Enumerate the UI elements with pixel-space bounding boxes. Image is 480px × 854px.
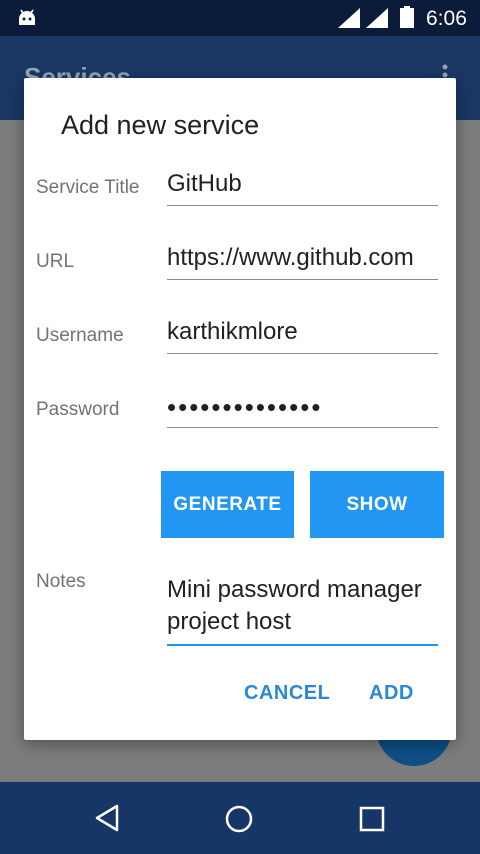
notes-label: Notes	[36, 571, 86, 592]
url-input[interactable]: https://www.github.com	[167, 244, 438, 280]
wifi-signal-icon	[338, 8, 360, 28]
generate-button[interactable]: GENERATE	[161, 471, 294, 538]
status-bar: 6:06	[0, 0, 480, 36]
add-button[interactable]: ADD	[369, 682, 414, 705]
recents-icon[interactable]	[359, 806, 385, 832]
username-label: Username	[36, 325, 124, 346]
cell-signal-icon	[366, 8, 388, 28]
add-service-dialog: Add new service Service Title GitHub URL…	[24, 78, 456, 740]
android-icon	[19, 9, 35, 25]
show-button[interactable]: SHOW	[310, 471, 444, 538]
back-icon[interactable]	[94, 804, 120, 832]
url-label: URL	[36, 251, 75, 272]
navigation-bar	[0, 782, 480, 854]
password-input[interactable]: ••••••••••••••	[167, 392, 438, 428]
home-icon[interactable]	[224, 804, 254, 834]
dialog-title: Add new service	[61, 110, 260, 140]
notes-input[interactable]: Mini password manager project host	[167, 574, 438, 646]
service-title-input[interactable]: GitHub	[167, 170, 438, 206]
battery-icon	[400, 6, 414, 28]
cancel-button[interactable]: CANCEL	[244, 682, 330, 705]
username-input[interactable]: karthikmlore	[167, 318, 438, 354]
service-title-label: Service Title	[36, 177, 140, 198]
status-time: 6:06	[426, 7, 467, 30]
password-label: Password	[36, 399, 120, 420]
